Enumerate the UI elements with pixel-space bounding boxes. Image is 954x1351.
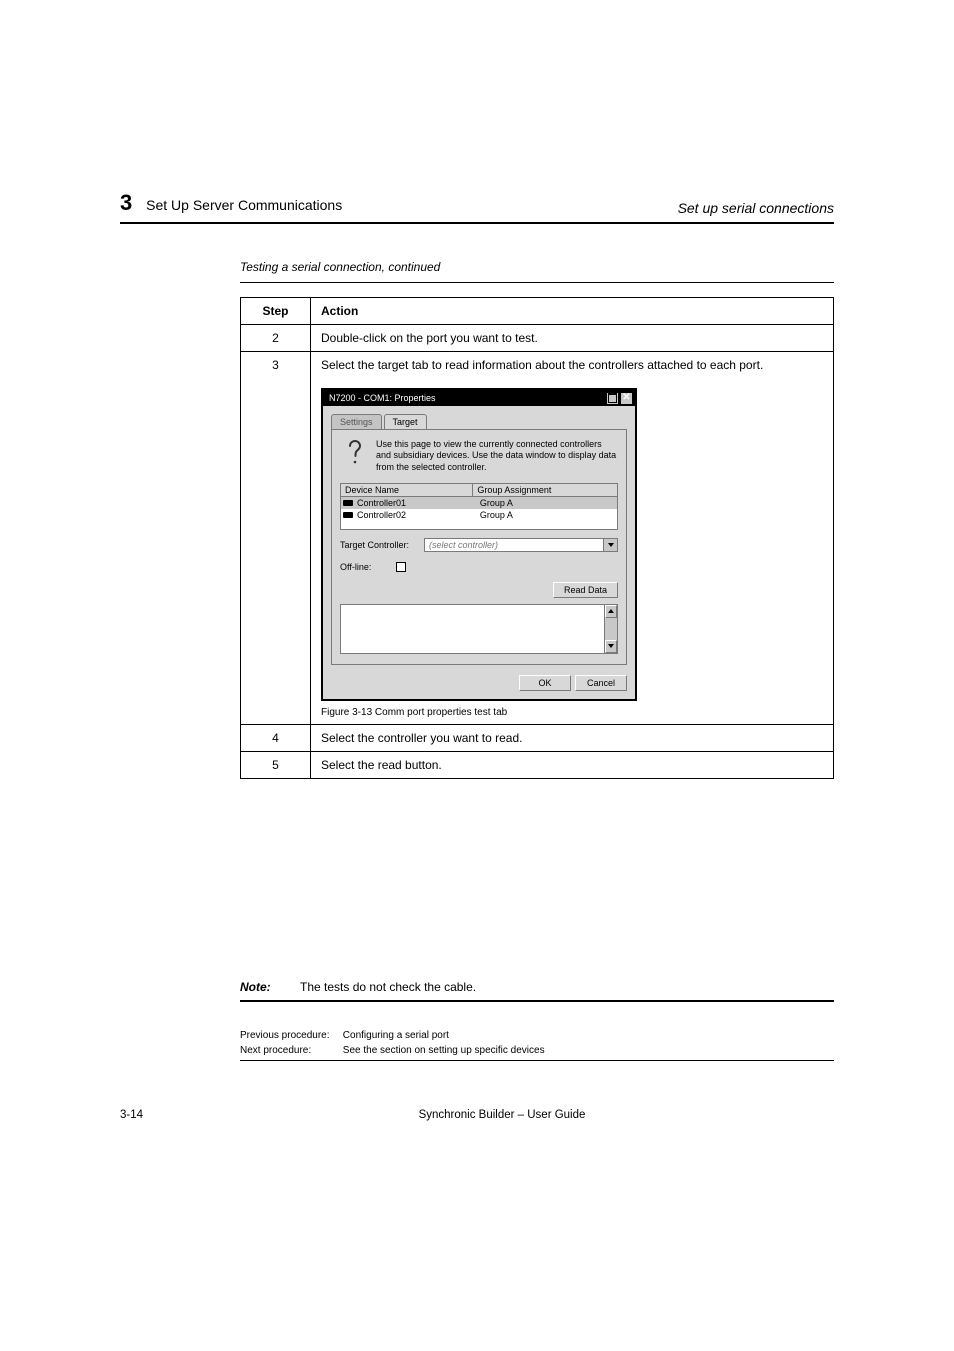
chapter-number: 3 — [120, 190, 132, 215]
help-icon — [340, 438, 368, 472]
tab-panel: Use this page to view the currently conn… — [331, 429, 627, 665]
step-number: 3 — [241, 352, 311, 725]
note-text: The tests do not check the cable. — [300, 980, 834, 994]
list-item[interactable]: Controller02 Group A — [341, 509, 617, 521]
col-device-name[interactable]: Device Name — [341, 484, 473, 496]
titlebar[interactable]: N7200 - COM1: Properties — [323, 390, 635, 406]
step-action: Select the read button. — [311, 751, 834, 778]
list-item[interactable]: Controller01 Group A — [341, 497, 617, 509]
prev-value: Configuring a serial port — [343, 1030, 449, 1042]
maximize-icon[interactable] — [606, 392, 619, 405]
continued-caption: Testing a serial connection, continued — [240, 260, 834, 274]
page-number: 3-14 — [120, 1109, 170, 1121]
procedure-table: Step Action 2 Double-click on the port y… — [240, 297, 834, 779]
step-number: 2 — [241, 325, 311, 352]
label-target-controller: Target Controller: — [340, 540, 424, 550]
col-group-assignment[interactable]: Group Assignment — [473, 484, 617, 496]
prevnext-rule — [240, 1060, 834, 1061]
dialog-description: Use this page to view the currently conn… — [376, 438, 618, 473]
device-name: Controller02 — [357, 510, 480, 520]
device-group: Group A — [480, 498, 615, 508]
chapter-title: Set Up Server Communications — [146, 197, 342, 213]
header-rule — [120, 222, 834, 224]
step-action: Double-click on the port you want to tes… — [311, 325, 834, 352]
page-footer: 3-14 Synchronic Builder – User Guide — [120, 1109, 834, 1121]
device-group: Group A — [480, 510, 615, 520]
col-action-header: Action — [311, 298, 834, 325]
footer-title: Synchronic Builder – User Guide — [170, 1109, 834, 1121]
data-output-textbox[interactable] — [340, 604, 618, 654]
controller-icon — [343, 500, 353, 506]
offline-checkbox[interactable] — [396, 562, 406, 572]
target-controller-dropdown[interactable]: (select controller) — [424, 538, 618, 552]
scroll-up-icon[interactable] — [605, 605, 617, 618]
device-name: Controller01 — [357, 498, 480, 508]
figure-caption: Figure 3-13 Comm port properties test ta… — [321, 707, 823, 718]
comm-port-properties-dialog: N7200 - COM1: Properties Settings Target — [321, 388, 637, 701]
section-title: Set up serial connections — [678, 200, 834, 216]
note-rule — [240, 1000, 834, 1002]
note: Note: The tests do not check the cable. — [240, 980, 834, 994]
read-data-button[interactable]: Read Data — [553, 582, 618, 598]
step-number: 4 — [241, 724, 311, 751]
col-step-header: Step — [241, 298, 311, 325]
chevron-down-icon[interactable] — [603, 539, 617, 551]
tab-target[interactable]: Target — [384, 414, 427, 429]
controller-icon — [343, 512, 353, 518]
label-offline: Off-line: — [340, 562, 396, 572]
scrollbar[interactable] — [604, 605, 617, 653]
step-action: Select the target tab to read informatio… — [311, 352, 834, 725]
scroll-down-icon[interactable] — [605, 640, 617, 653]
dropdown-value: (select controller) — [425, 539, 603, 551]
prev-next-nav: Previous procedure: Configuring a serial… — [240, 1030, 834, 1069]
ok-button[interactable]: OK — [519, 675, 571, 691]
step-number: 5 — [241, 751, 311, 778]
step-action: Select the controller you want to read. — [311, 724, 834, 751]
page-header: 3 Set Up Server Communications Set up se… — [120, 190, 834, 224]
sub-rule — [240, 282, 834, 283]
cancel-button[interactable]: Cancel — [575, 675, 627, 691]
device-list-headers: Device Name Group Assignment — [340, 483, 618, 496]
step3-lead: Select the target tab to read informatio… — [321, 358, 823, 372]
prev-label: Previous procedure: — [240, 1030, 340, 1042]
tab-settings[interactable]: Settings — [331, 414, 382, 429]
note-label: Note: — [240, 980, 300, 994]
next-value: See the section on setting up specific d… — [343, 1045, 545, 1057]
next-label: Next procedure: — [240, 1045, 340, 1057]
device-list[interactable]: Controller01 Group A Controller02 Group … — [340, 496, 618, 530]
close-icon[interactable] — [620, 392, 633, 405]
dialog-title: N7200 - COM1: Properties — [329, 393, 436, 403]
